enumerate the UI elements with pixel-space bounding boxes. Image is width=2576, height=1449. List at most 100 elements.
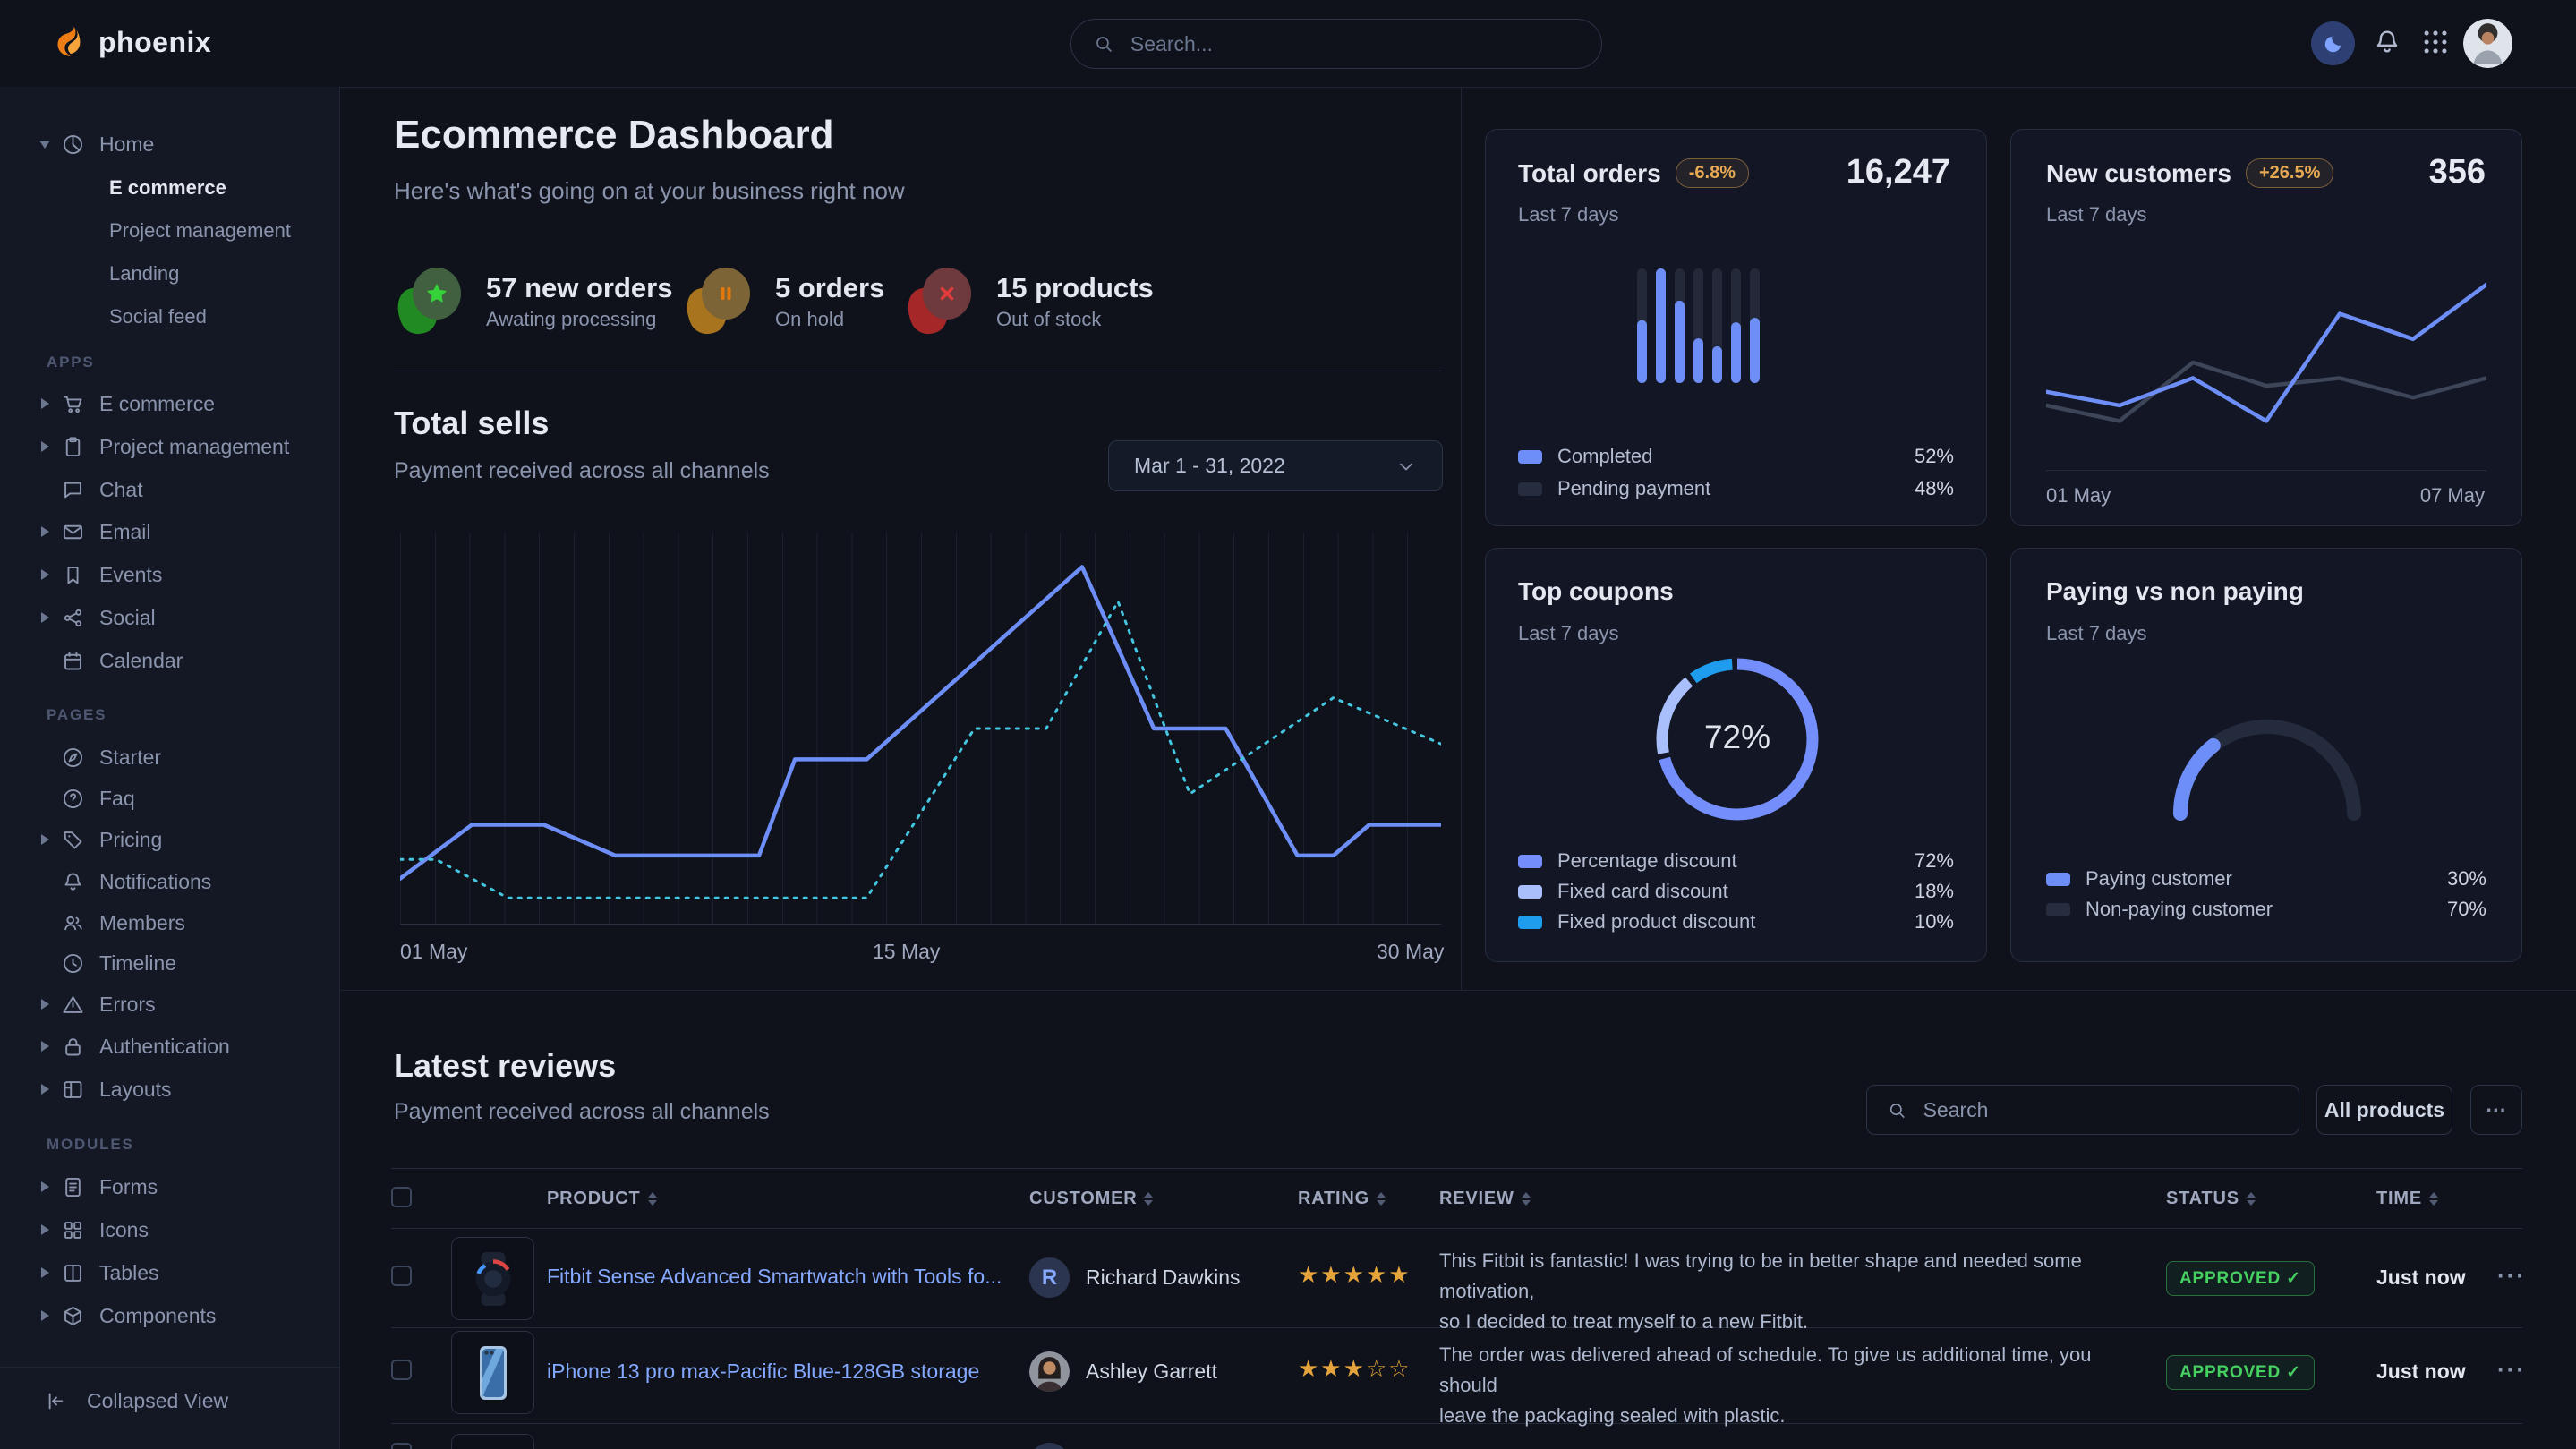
select-all-checkbox[interactable] [391,1187,412,1207]
column-header-customer[interactable]: CUSTOMER [1029,1189,1153,1209]
sidebar-item-timeline[interactable]: Timeline [0,944,340,982]
sidebar-item-apps-ecommerce[interactable]: E commerce [0,385,340,422]
stat-orders-on-hold: 5 ordersOn hold [687,268,884,336]
new-customers-x-end: 07 May [2420,484,2485,507]
sort-icon [2429,1192,2438,1206]
global-search[interactable] [1070,19,1602,69]
new-customers-value: 356 [2429,153,2486,192]
paying-vs-non-paying-card: Paying vs non paying Last 7 days Paying … [2010,548,2522,962]
out-of-stock-icon [908,268,973,336]
lock-icon [61,1035,85,1059]
collapse-arrow-icon [45,1389,69,1413]
on-hold-icon [687,268,752,336]
column-header-rating[interactable]: RATING [1298,1189,1386,1209]
sidebar-item-tables[interactable]: Tables [0,1254,340,1291]
row-checkbox[interactable] [391,1443,412,1449]
user-avatar[interactable] [2463,19,2512,68]
status-badge-approved: APPROVED ✓ [2166,1355,2315,1390]
date-range-select[interactable]: Mar 1 - 31, 2022 [1108,440,1443,491]
reviews-search-input[interactable] [1922,1097,2279,1123]
sidebar-item-events[interactable]: Events [0,556,340,593]
legend-pending-payment: Pending payment 48% [1518,477,1954,500]
global-search-input[interactable] [1129,31,1580,57]
column-header-review[interactable]: REVIEW [1439,1189,1531,1209]
rating-stars: ★★★☆☆ [1298,1356,1412,1383]
review-text: This Fitbit is fantastic! I was trying t… [1439,1246,2111,1337]
notifications-bell-icon[interactable] [2372,27,2402,57]
sidebar-item-home[interactable]: Home [0,125,340,163]
ecommerce-dashboard-page: phoenix [0,0,2576,1449]
sidebar-item-pricing[interactable]: Pricing [0,821,340,858]
chevron-down-icon [39,141,50,149]
row-checkbox[interactable] [391,1360,412,1380]
sidebar-item-starter[interactable]: Starter [0,738,340,776]
grid-squares-icon [61,1218,85,1242]
reviews-search[interactable] [1866,1085,2299,1135]
sort-icon [1522,1192,1531,1206]
total-orders-period: Last 7 days [1518,203,1619,226]
sidebar-item-errors[interactable]: Errors [0,985,340,1023]
top-coupons-center-label: 72% [1684,719,1791,756]
row-menu-button[interactable]: ··· [2497,1356,2526,1384]
chat-bubble-icon [61,478,85,502]
legend-paying-customer: Paying customer 30% [2046,867,2486,891]
sidebar-section-modules: MODULES [47,1136,134,1154]
sidebar-item-notifications[interactable]: Notifications [0,863,340,900]
sidebar-item-ecommerce-dashboard[interactable]: E commerce [109,170,226,206]
question-circle-icon [61,787,85,811]
column-header-product[interactable]: PRODUCT [547,1189,657,1209]
customer-avatar-photo [1029,1351,1070,1392]
theme-toggle-button[interactable] [2311,21,2355,65]
stat-out-of-stock: 15 productsOut of stock [908,268,1154,336]
column-header-status[interactable]: STATUS [2166,1189,2256,1209]
customer-photo [1029,1351,1070,1392]
total-sells-title: Total sells [394,405,549,442]
reviews-more-button[interactable]: ··· [2470,1085,2522,1135]
main-vertical-divider [1461,87,1462,990]
sidebar-item-layouts[interactable]: Layouts [0,1070,340,1108]
product-thumbnail-partial[interactable] [451,1434,534,1449]
sidebar-footer-divider [0,1367,339,1368]
brand-logo[interactable]: phoenix [48,23,211,61]
moon-icon [2321,31,2346,56]
clipboard-icon [61,435,85,459]
all-products-button[interactable]: All products [2316,1085,2452,1135]
total-orders-trend-badge: -6.8% [1676,158,1749,188]
product-link[interactable]: iPhone 13 pro max-Pacific Blue-128GB sto… [547,1360,979,1384]
brand-name: phoenix [98,26,211,59]
row-checkbox[interactable] [391,1266,412,1286]
legend-completed: Completed 52% [1518,445,1954,468]
sidebar-item-members[interactable]: Members [0,904,340,942]
product-link[interactable]: Fitbit Sense Advanced Smartwatch with To… [547,1265,1002,1289]
sidebar-item-social[interactable]: Social [0,599,340,636]
product-thumbnail-smartwatch[interactable] [451,1237,534,1320]
product-thumbnail-iphone[interactable] [451,1331,534,1414]
total-orders-value: 16,247 [1847,153,1950,192]
sidebar-item-forms[interactable]: Forms [0,1168,340,1206]
file-text-icon [61,1175,85,1199]
row-menu-button[interactable]: ··· [2497,1262,2526,1290]
customer-avatar-initial: R [1029,1257,1070,1298]
column-header-time[interactable]: TIME [2376,1189,2438,1209]
sidebar-item-landing[interactable]: Landing [109,256,179,292]
sidebar-item-chat[interactable]: Chat [0,471,340,508]
stat-new-orders: 57 new ordersAwating processing [398,268,672,336]
paying-period: Last 7 days [2046,622,2147,645]
sidebar-item-authentication[interactable]: Authentication [0,1027,340,1065]
table-header-border [391,1228,2522,1229]
top-coupons-period: Last 7 days [1518,622,1619,645]
apps-grid-icon[interactable] [2420,27,2451,57]
collapse-sidebar-button[interactable]: Collapsed View [45,1389,228,1413]
sidebar-item-icons[interactable]: Icons [0,1211,340,1249]
sidebar-item-calendar[interactable]: Calendar [0,642,340,679]
sidebar-section-pages: PAGES [47,706,107,724]
sort-icon [2247,1192,2256,1206]
sidebar-item-components[interactable]: Components [0,1297,340,1334]
bookmark-icon [61,563,85,587]
sidebar-item-email[interactable]: Email [0,513,340,550]
sidebar-item-social-feed[interactable]: Social feed [109,299,207,335]
sidebar-item-faq[interactable]: Faq [0,780,340,817]
sidebar-item-project-management-dashboard[interactable]: Project management [109,213,291,249]
status-badge-approved: APPROVED ✓ [2166,1261,2315,1296]
sidebar-item-apps-project-management[interactable]: Project management [0,428,340,465]
